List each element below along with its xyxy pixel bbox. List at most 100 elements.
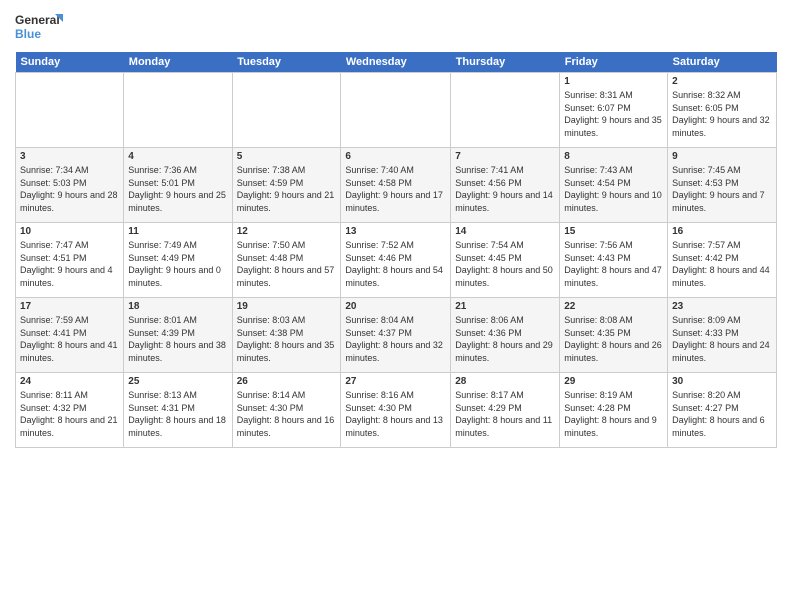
day-info: Sunrise: 8:09 AM Sunset: 4:33 PM Dayligh… [672, 314, 772, 364]
day-info: Sunrise: 7:36 AM Sunset: 5:01 PM Dayligh… [128, 164, 227, 214]
calendar-cell: 27 Sunrise: 8:16 AM Sunset: 4:30 PM Dayli… [341, 373, 451, 448]
day-number: 29 [564, 376, 663, 387]
calendar-row: 3 Sunrise: 7:34 AM Sunset: 5:03 PM Daylig… [16, 148, 777, 223]
day-info: Sunrise: 7:47 AM Sunset: 4:51 PM Dayligh… [20, 239, 119, 289]
calendar-cell: 19 Sunrise: 8:03 AM Sunset: 4:38 PM Dayli… [232, 298, 341, 373]
svg-text:General: General [15, 13, 60, 27]
day-info: Sunrise: 7:34 AM Sunset: 5:03 PM Dayligh… [20, 164, 119, 214]
calendar-cell: 9Sunrise: 7:45 AM Sunset: 4:53 PM Daylig… [668, 148, 777, 223]
day-number: 9 [672, 151, 772, 162]
day-number: 3 [20, 151, 119, 162]
day-number: 21 [455, 301, 555, 312]
calendar-cell: 10 Sunrise: 7:47 AM Sunset: 4:51 PM Dayli… [16, 223, 124, 298]
day-info: Sunrise: 7:50 AM Sunset: 4:48 PM Dayligh… [237, 239, 337, 289]
day-info: Sunrise: 7:49 AM Sunset: 4:49 PM Dayligh… [128, 239, 227, 289]
logo: General Blue [15, 10, 65, 46]
day-info: Sunrise: 7:59 AM Sunset: 4:41 PM Dayligh… [20, 314, 119, 364]
day-info: Sunrise: 8:16 AM Sunset: 4:30 PM Dayligh… [345, 389, 446, 439]
day-number: 2 [672, 76, 772, 87]
day-number: 30 [672, 376, 772, 387]
day-number: 19 [237, 301, 337, 312]
calendar-cell: 11 Sunrise: 7:49 AM Sunset: 4:49 PM Dayli… [124, 223, 232, 298]
calendar-cell: 8Sunrise: 7:43 AM Sunset: 4:54 PM Daylig… [560, 148, 668, 223]
day-number: 18 [128, 301, 227, 312]
calendar-cell: 26 Sunrise: 8:14 AM Sunset: 4:30 PM Dayli… [232, 373, 341, 448]
day-number: 26 [237, 376, 337, 387]
calendar-table: SundayMondayTuesdayWednesdayThursdayFrid… [15, 52, 777, 448]
day-info: Sunrise: 8:01 AM Sunset: 4:39 PM Dayligh… [128, 314, 227, 364]
calendar-cell: 16 Sunrise: 7:57 AM Sunset: 4:42 PM Dayli… [668, 223, 777, 298]
day-info: Sunrise: 8:11 AM Sunset: 4:32 PM Dayligh… [20, 389, 119, 439]
header: General Blue [15, 10, 777, 46]
day-info: Sunrise: 8:19 AM Sunset: 4:28 PM Dayligh… [564, 389, 663, 439]
calendar-cell [451, 73, 560, 148]
calendar-cell [16, 73, 124, 148]
calendar-cell [341, 73, 451, 148]
day-number: 11 [128, 226, 227, 237]
day-info: Sunrise: 8:06 AM Sunset: 4:36 PM Dayligh… [455, 314, 555, 364]
day-number: 24 [20, 376, 119, 387]
calendar-cell: 28 Sunrise: 8:17 AM Sunset: 4:29 PM Dayli… [451, 373, 560, 448]
calendar-cell: 6Sunrise: 7:40 AM Sunset: 4:58 PM Daylig… [341, 148, 451, 223]
day-number: 12 [237, 226, 337, 237]
calendar-cell: 18 Sunrise: 8:01 AM Sunset: 4:39 PM Dayli… [124, 298, 232, 373]
day-number: 15 [564, 226, 663, 237]
day-info: Sunrise: 7:57 AM Sunset: 4:42 PM Dayligh… [672, 239, 772, 289]
day-number: 4 [128, 151, 227, 162]
day-number: 17 [20, 301, 119, 312]
weekday-header: Wednesday [341, 52, 451, 73]
day-info: Sunrise: 7:56 AM Sunset: 4:43 PM Dayligh… [564, 239, 663, 289]
day-number: 28 [455, 376, 555, 387]
day-info: Sunrise: 7:41 AM Sunset: 4:56 PM Dayligh… [455, 164, 555, 214]
calendar-cell: 30 Sunrise: 8:20 AM Sunset: 4:27 PM Dayli… [668, 373, 777, 448]
day-number: 14 [455, 226, 555, 237]
page: General Blue SundayMondayTuesdayWednesda… [0, 0, 792, 612]
calendar-cell: 17 Sunrise: 7:59 AM Sunset: 4:41 PM Dayli… [16, 298, 124, 373]
day-info: Sunrise: 8:08 AM Sunset: 4:35 PM Dayligh… [564, 314, 663, 364]
calendar-cell: 7 Sunrise: 7:41 AM Sunset: 4:56 PM Daylig… [451, 148, 560, 223]
day-info: Sunrise: 7:38 AM Sunset: 4:59 PM Dayligh… [237, 164, 337, 214]
weekday-header: Tuesday [232, 52, 341, 73]
calendar-row: 24 Sunrise: 8:11 AM Sunset: 4:32 PM Dayli… [16, 373, 777, 448]
day-number: 7 [455, 151, 555, 162]
weekday-header: Sunday [16, 52, 124, 73]
calendar-cell: 23Sunrise: 8:09 AM Sunset: 4:33 PM Dayli… [668, 298, 777, 373]
svg-text:Blue: Blue [15, 27, 41, 41]
calendar-cell: 1Sunrise: 8:31 AM Sunset: 6:07 PM Daylig… [560, 73, 668, 148]
calendar-cell: 25 Sunrise: 8:13 AM Sunset: 4:31 PM Dayli… [124, 373, 232, 448]
header-row: SundayMondayTuesdayWednesdayThursdayFrid… [16, 52, 777, 73]
day-info: Sunrise: 8:20 AM Sunset: 4:27 PM Dayligh… [672, 389, 772, 439]
calendar-cell [124, 73, 232, 148]
calendar-row: 10 Sunrise: 7:47 AM Sunset: 4:51 PM Dayli… [16, 223, 777, 298]
weekday-header: Friday [560, 52, 668, 73]
day-number: 25 [128, 376, 227, 387]
weekday-header: Saturday [668, 52, 777, 73]
day-info: Sunrise: 8:04 AM Sunset: 4:37 PM Dayligh… [345, 314, 446, 364]
weekday-header: Monday [124, 52, 232, 73]
calendar-cell: 3 Sunrise: 7:34 AM Sunset: 5:03 PM Daylig… [16, 148, 124, 223]
day-number: 16 [672, 226, 772, 237]
day-info: Sunrise: 8:31 AM Sunset: 6:07 PM Dayligh… [564, 89, 663, 139]
weekday-header: Thursday [451, 52, 560, 73]
logo-svg: General Blue [15, 10, 65, 46]
day-number: 27 [345, 376, 446, 387]
day-number: 10 [20, 226, 119, 237]
day-info: Sunrise: 8:17 AM Sunset: 4:29 PM Dayligh… [455, 389, 555, 439]
calendar-cell: 14Sunrise: 7:54 AM Sunset: 4:45 PM Dayli… [451, 223, 560, 298]
day-number: 5 [237, 151, 337, 162]
calendar-cell: 2Sunrise: 8:32 AM Sunset: 6:05 PM Daylig… [668, 73, 777, 148]
day-number: 20 [345, 301, 446, 312]
day-info: Sunrise: 8:03 AM Sunset: 4:38 PM Dayligh… [237, 314, 337, 364]
day-info: Sunrise: 8:13 AM Sunset: 4:31 PM Dayligh… [128, 389, 227, 439]
day-number: 22 [564, 301, 663, 312]
day-info: Sunrise: 8:14 AM Sunset: 4:30 PM Dayligh… [237, 389, 337, 439]
day-info: Sunrise: 7:52 AM Sunset: 4:46 PM Dayligh… [345, 239, 446, 289]
calendar-cell: 21 Sunrise: 8:06 AM Sunset: 4:36 PM Dayli… [451, 298, 560, 373]
calendar-cell [232, 73, 341, 148]
day-info: Sunrise: 7:43 AM Sunset: 4:54 PM Dayligh… [564, 164, 663, 214]
calendar-cell: 22 Sunrise: 8:08 AM Sunset: 4:35 PM Dayli… [560, 298, 668, 373]
calendar-cell: 4 Sunrise: 7:36 AM Sunset: 5:01 PM Daylig… [124, 148, 232, 223]
day-info: Sunrise: 7:40 AM Sunset: 4:58 PM Dayligh… [345, 164, 446, 214]
calendar-cell: 12 Sunrise: 7:50 AM Sunset: 4:48 PM Dayli… [232, 223, 341, 298]
calendar-cell: 13Sunrise: 7:52 AM Sunset: 4:46 PM Dayli… [341, 223, 451, 298]
